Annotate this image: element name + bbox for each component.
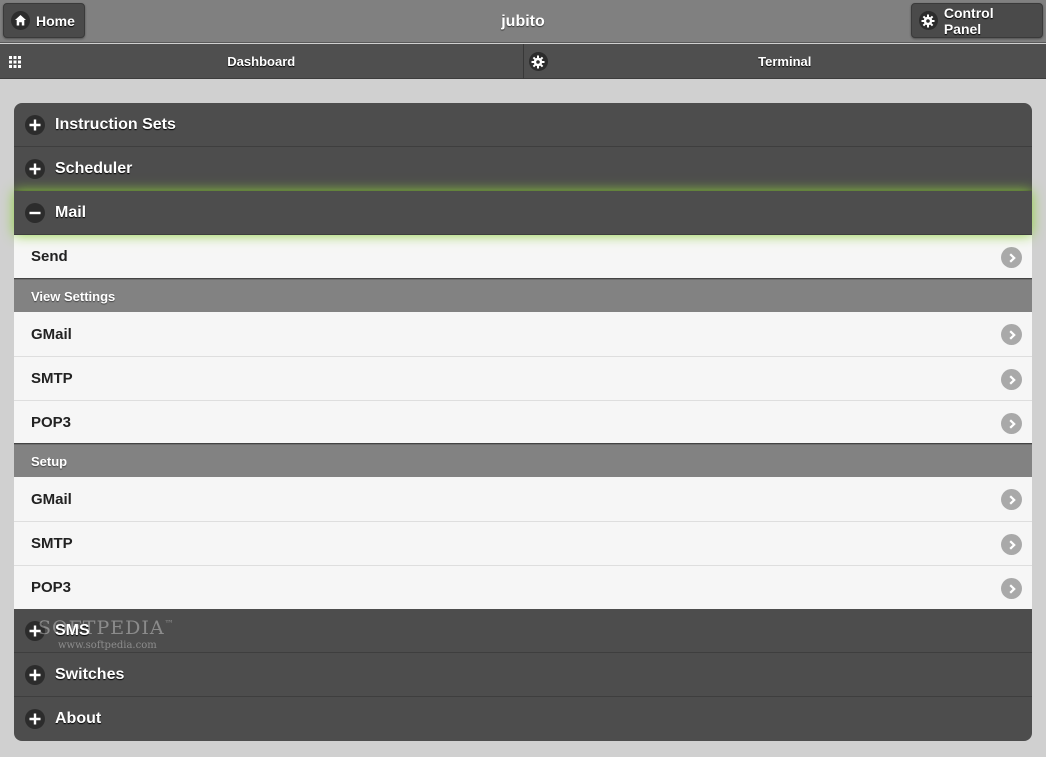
list-item-setup-pop3[interactable]: POP3 (14, 565, 1032, 609)
chevron-right-icon (1001, 413, 1022, 434)
section-label: Scheduler (55, 159, 133, 177)
plus-icon (25, 115, 45, 135)
section-scheduler[interactable]: Scheduler (14, 147, 1032, 191)
home-icon (11, 11, 30, 30)
list-divider-view-settings: View Settings (14, 279, 1032, 312)
list-item-view-pop3[interactable]: POP3 (14, 400, 1032, 444)
list-item-setup-gmail[interactable]: GMail (14, 477, 1032, 521)
mail-section-body: Send View Settings GMail SMTP POP3 Setup (14, 235, 1032, 609)
control-panel-button-label: Control Panel (943, 4, 994, 37)
section-mail[interactable]: Mail (14, 191, 1032, 235)
section-label: Switches (55, 665, 125, 683)
section-sms[interactable]: SMS (14, 609, 1032, 653)
list-item-view-gmail[interactable]: GMail (14, 312, 1032, 356)
gear-icon (528, 52, 548, 71)
accordion: Instruction Sets Scheduler Mail Send Vie… (14, 103, 1032, 745)
section-label: Mail (55, 203, 87, 221)
section-label: About (55, 710, 102, 727)
list-item-label: SMTP (31, 370, 73, 387)
section-switches[interactable]: Switches (14, 653, 1032, 697)
list-item-label: SMTP (31, 535, 73, 552)
list-item-label: POP3 (31, 579, 72, 596)
list-divider-setup: Setup (14, 444, 1032, 477)
home-button-label: Home (36, 12, 75, 29)
list-item-send[interactable]: Send (14, 235, 1032, 279)
plus-icon (25, 709, 45, 729)
chevron-right-icon (1001, 369, 1022, 390)
section-label: Instruction Sets (55, 115, 176, 133)
navbar: Dashboard Terminal (0, 44, 1046, 79)
tab-terminal-label: Terminal (758, 54, 812, 69)
list-item-label: GMail (31, 325, 72, 343)
home-button[interactable]: Home (3, 3, 85, 38)
section-about[interactable]: About (14, 697, 1032, 741)
list-item-label: GMail (31, 490, 72, 508)
plus-icon (25, 621, 45, 641)
list-item-view-smtp[interactable]: SMTP (14, 356, 1032, 400)
header-bar: jubito Home Control Panel (0, 0, 1046, 43)
gear-icon (919, 11, 938, 30)
page-title: jubito (501, 13, 545, 30)
section-label: SMS (55, 621, 90, 639)
list-item-label: Send (31, 248, 68, 265)
control-panel-button[interactable]: Control Panel (911, 3, 1043, 38)
chevron-right-icon (1001, 534, 1022, 555)
tab-dashboard[interactable]: Dashboard (0, 44, 523, 79)
list-item-label: POP3 (31, 413, 72, 431)
list-item-setup-smtp[interactable]: SMTP (14, 521, 1032, 565)
section-instruction-sets[interactable]: Instruction Sets (14, 103, 1032, 147)
chevron-right-icon (1001, 324, 1022, 345)
tab-terminal[interactable]: Terminal (522, 44, 1046, 79)
grid-icon (5, 52, 24, 71)
plus-icon (25, 159, 45, 179)
tab-dashboard-label: Dashboard (227, 54, 296, 69)
chevron-right-icon (1001, 489, 1022, 510)
chevron-right-icon (1001, 247, 1022, 268)
minus-icon (25, 203, 45, 223)
plus-icon (25, 665, 45, 685)
chevron-right-icon (1001, 578, 1022, 599)
